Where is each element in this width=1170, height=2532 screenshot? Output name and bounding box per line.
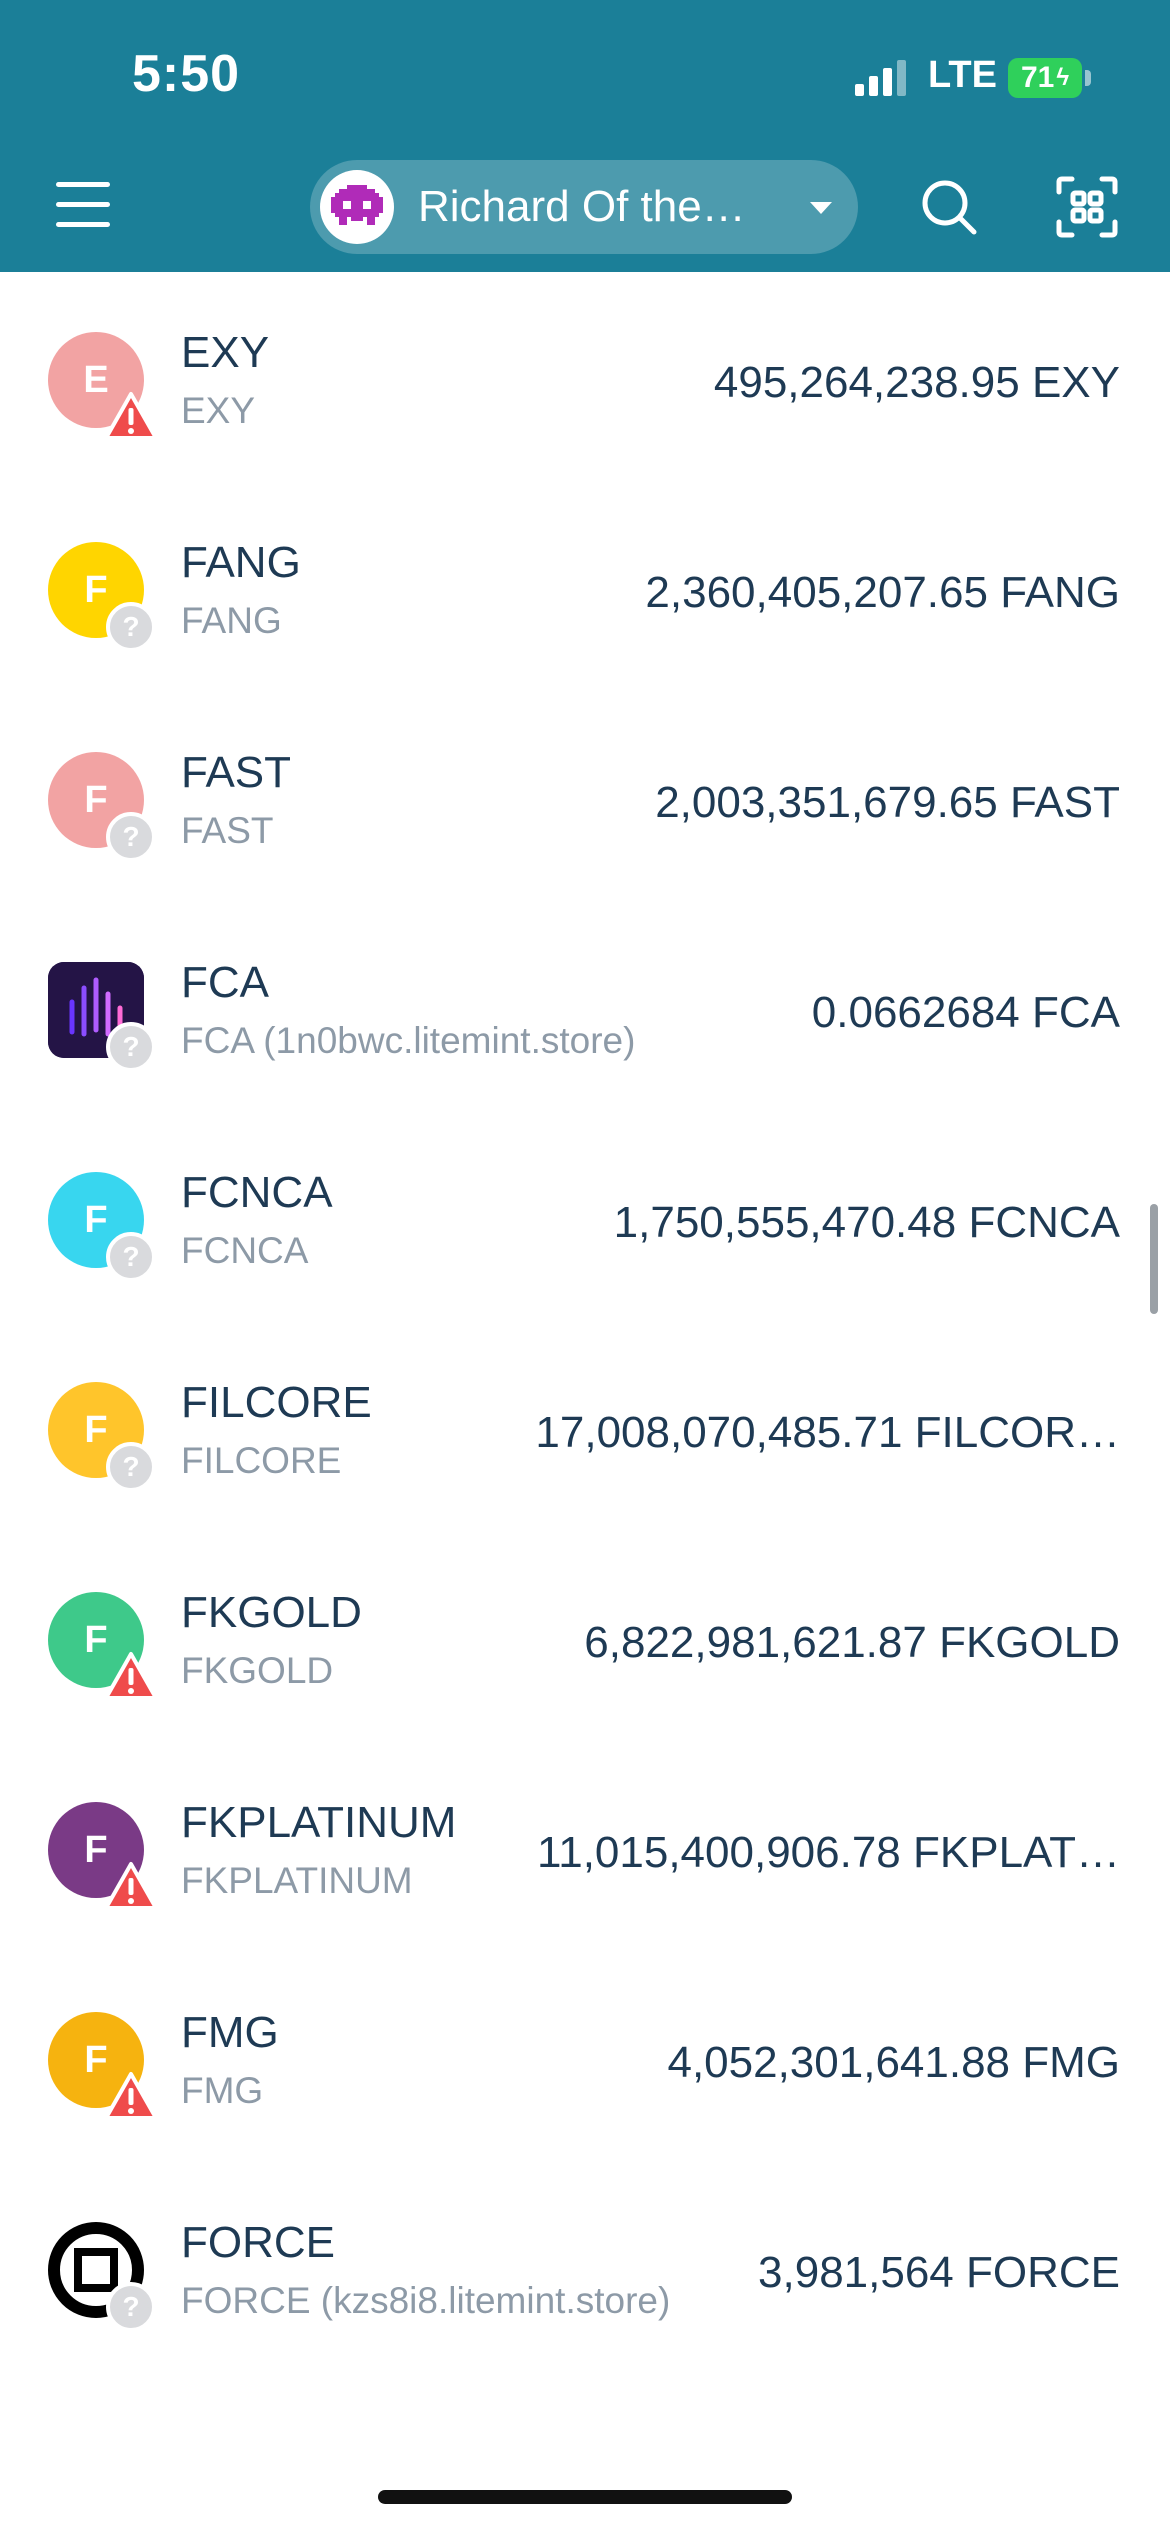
search-icon[interactable]: [918, 176, 980, 238]
asset-row[interactable]: E EXY EXY 495,264,238.95 EXY: [0, 272, 1170, 482]
asset-issuer: FKPLATINUM: [181, 1860, 413, 1901]
app-header: 5:50 LTE 71 ϟ Richard Of the…: [0, 0, 1170, 272]
asset-code: FCNCA: [181, 1168, 333, 1217]
warning-icon: [104, 1862, 158, 1910]
scrollbar[interactable]: [1150, 1204, 1158, 1314]
battery-indicator: 71 ϟ: [1008, 58, 1082, 98]
asset-row[interactable]: F? FANG FANG 2,360,405,207.65 FANG: [0, 482, 1170, 692]
warning-icon: [104, 2072, 158, 2120]
menu-icon-line: [56, 202, 110, 207]
warning-icon: [104, 1652, 158, 1700]
asset-row[interactable]: F FKGOLD FKGOLD 6,822,981,621.87 FKGOLD: [0, 1532, 1170, 1742]
asset-issuer: FAST: [181, 810, 274, 851]
asset-row[interactable]: F? FILCORE FILCORE 17,008,070,485.71 FILCOR…: [0, 1322, 1170, 1532]
asset-code: FORCE: [181, 2218, 335, 2267]
asset-issuer: EXY: [181, 390, 256, 431]
asset-balance: 4,052,301,641.88 FMG: [667, 2038, 1120, 2087]
asset-row[interactable]: F FMG FMG 4,052,301,641.88 FMG: [0, 1952, 1170, 2162]
asset-balance: 2,360,405,207.65 FANG: [645, 568, 1120, 617]
avatar-icon: [320, 170, 394, 244]
account-name: Richard Of the…: [418, 182, 746, 231]
asset-issuer: FKGOLD: [181, 1650, 334, 1691]
unverified-icon: ?: [106, 812, 156, 862]
menu-button[interactable]: [54, 176, 118, 236]
unverified-icon: ?: [106, 1022, 156, 1072]
status-time: 5:50: [132, 45, 241, 103]
asset-icon-letter: F: [84, 1408, 108, 1451]
asset-row[interactable]: ? FORCE FORCE (kzs8i8.litemint.store) 3,981…: [0, 2162, 1170, 2372]
asset-issuer: FCNCA: [181, 1230, 309, 1271]
asset-row[interactable]: F? FAST FAST 2,003,351,679.65 FAST: [0, 692, 1170, 902]
network-type: LTE: [928, 54, 997, 96]
chevron-down-icon: [810, 202, 832, 214]
account-selector[interactable]: Richard Of the…: [310, 160, 858, 254]
asset-row[interactable]: F FKPLATINUM FKPLATINUM 11,015,400,906.78 F…: [0, 1742, 1170, 1952]
asset-icon-letter: F: [84, 568, 108, 611]
asset-balance: 1,750,555,470.48 FCNCA: [613, 1198, 1120, 1247]
asset-issuer: FORCE (kzs8i8.litemint.store): [181, 2280, 671, 2321]
cellular-signal-icon: [855, 60, 906, 96]
asset-code: FCA: [181, 958, 269, 1007]
asset-issuer: FILCORE: [181, 1440, 342, 1481]
asset-code: FMG: [181, 2008, 279, 2057]
warning-icon: [104, 392, 158, 440]
asset-code: FAST: [181, 748, 292, 797]
asset-balance: 6,822,981,621.87 FKGOLD: [584, 1618, 1120, 1667]
asset-code: FKGOLD: [181, 1588, 362, 1637]
asset-code: FKPLATINUM: [181, 1798, 457, 1847]
unverified-icon: ?: [106, 602, 156, 652]
asset-code: FANG: [181, 538, 301, 587]
asset-icon-letter: F: [84, 1198, 108, 1241]
asset-issuer: FMG: [181, 2070, 264, 2111]
unverified-icon: ?: [106, 1442, 156, 1492]
menu-icon-line: [56, 182, 110, 187]
asset-balance: 2,003,351,679.65 FAST: [655, 778, 1120, 827]
asset-balance: 495,264,238.95 EXY: [713, 358, 1120, 407]
asset-row[interactable]: F? FCNCA FCNCA 1,750,555,470.48 FCNCA: [0, 1112, 1170, 1322]
battery-cap: [1085, 70, 1091, 86]
qr-scan-icon[interactable]: [1056, 176, 1118, 238]
asset-row[interactable]: ? FCA FCA (1n0bwc.litemint.store) 0.0662684…: [0, 902, 1170, 1112]
battery-level: 71: [1020, 61, 1055, 94]
asset-balance: 11,015,400,906.78 FKPLAT…: [537, 1828, 1120, 1877]
asset-issuer: FCA (1n0bwc.litemint.store): [181, 1020, 636, 1061]
asset-balance: 17,008,070,485.71 FILCOR…: [535, 1408, 1120, 1457]
asset-balance: 0.0662684 FCA: [811, 988, 1120, 1037]
unverified-icon: ?: [106, 2282, 156, 2332]
asset-code: FILCORE: [181, 1378, 372, 1427]
asset-icon-letter: F: [84, 778, 108, 821]
home-indicator[interactable]: [378, 2490, 792, 2504]
asset-issuer: FANG: [181, 600, 282, 641]
menu-icon-line: [56, 222, 110, 227]
asset-balance: 3,981,564 FORCE: [758, 2248, 1120, 2297]
asset-code: EXY: [181, 328, 270, 377]
unverified-icon: ?: [106, 1232, 156, 1282]
charging-icon: ϟ: [1056, 64, 1070, 91]
